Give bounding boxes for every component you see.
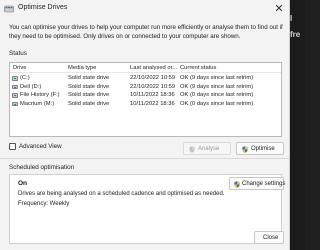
drives-table: Drive Media type Last analysed or... Cur… bbox=[9, 62, 282, 137]
background-text-2: fre bbox=[290, 30, 301, 39]
drive-name: File History (F:) bbox=[20, 92, 60, 98]
background-window-edge: I fre bbox=[290, 0, 305, 250]
media-type: Solid state drive bbox=[68, 75, 110, 81]
optimise-drives-window: Optimise Drives ✕ You can optimise your … bbox=[0, 0, 290, 250]
last-analysed: 10/11/2022 18:36 bbox=[130, 92, 175, 98]
table-header: Drive Media type Last analysed or... Cur… bbox=[10, 63, 281, 73]
scheduled-section-label: Scheduled optimisation bbox=[9, 164, 75, 171]
analyse-button-label: Analyse bbox=[198, 145, 220, 152]
uac-shield-icon bbox=[242, 145, 248, 153]
last-analysed: 22/10/2022 10:59 bbox=[130, 83, 176, 90]
column-header-drive[interactable]: Drive bbox=[13, 65, 27, 71]
window-title: Optimise Drives bbox=[18, 4, 68, 11]
change-settings-label: Change settings bbox=[242, 180, 286, 187]
schedule-frequency: Frequency: Weekly bbox=[18, 201, 70, 207]
table-row[interactable]: (C:) Solid state drive 22/10/2022 10:59 … bbox=[10, 74, 281, 83]
drive-name: Macrium (M:) bbox=[20, 100, 55, 107]
section-divider bbox=[0, 158, 289, 159]
media-type: Solid state drive bbox=[68, 100, 110, 107]
advanced-view-label: Advanced View bbox=[19, 142, 62, 150]
drive-name: (C:) bbox=[20, 75, 30, 81]
advanced-view-checkbox[interactable] bbox=[9, 143, 16, 150]
analyse-button[interactable]: Analyse bbox=[183, 142, 231, 155]
last-analysed: 10/11/2022 18:36 bbox=[130, 100, 175, 107]
defrag-drive-icon bbox=[4, 5, 14, 13]
hard-drive-icon bbox=[12, 101, 18, 106]
table-row[interactable]: File History (F:) Solid state drive 10/1… bbox=[10, 91, 281, 100]
hard-drive-icon bbox=[12, 76, 18, 81]
optimise-button-label: Optimise bbox=[251, 145, 275, 152]
current-status: OK (9 days since last retrim) bbox=[180, 83, 254, 90]
uac-shield-icon bbox=[189, 145, 195, 153]
current-status: OK (0 days since last retrim) bbox=[180, 92, 254, 98]
table-row[interactable]: Macrium (M:) Solid state drive 10/11/202… bbox=[10, 100, 281, 109]
media-type: Solid state drive bbox=[68, 83, 110, 90]
last-analysed: 22/10/2022 10:59 bbox=[130, 75, 176, 81]
change-settings-button[interactable]: Change settings bbox=[229, 177, 286, 190]
schedule-description: Drives are being analysed on a scheduled… bbox=[18, 191, 225, 197]
hard-drive-icon bbox=[12, 93, 18, 98]
current-status: OK (9 days since last retrim) bbox=[180, 75, 254, 81]
drive-name: Dell (D:) bbox=[20, 83, 42, 90]
title-bar[interactable]: Optimise Drives ✕ bbox=[0, 0, 289, 18]
media-type: Solid state drive bbox=[68, 92, 110, 98]
table-row[interactable]: Dell (D:) Solid state drive 22/10/2022 1… bbox=[10, 83, 281, 92]
uac-shield-icon bbox=[234, 180, 240, 188]
close-icon[interactable]: ✕ bbox=[272, 2, 286, 16]
column-header-current-status[interactable]: Current status bbox=[180, 65, 216, 71]
hard-drive-icon bbox=[12, 84, 18, 89]
close-button[interactable]: Close bbox=[254, 231, 284, 244]
description-text: You can optimise your drives to help you… bbox=[9, 24, 283, 40]
close-button-label: Close bbox=[263, 234, 279, 241]
schedule-state: On bbox=[18, 180, 28, 187]
optimise-button[interactable]: Optimise bbox=[236, 142, 284, 155]
background-text-1: I bbox=[290, 14, 293, 23]
status-section-label: Status bbox=[9, 50, 27, 57]
column-header-media-type[interactable]: Media type bbox=[68, 65, 96, 71]
column-header-last-analysed[interactable]: Last analysed or... bbox=[130, 65, 177, 71]
current-status: OK (0 days since last retrim) bbox=[180, 100, 254, 107]
